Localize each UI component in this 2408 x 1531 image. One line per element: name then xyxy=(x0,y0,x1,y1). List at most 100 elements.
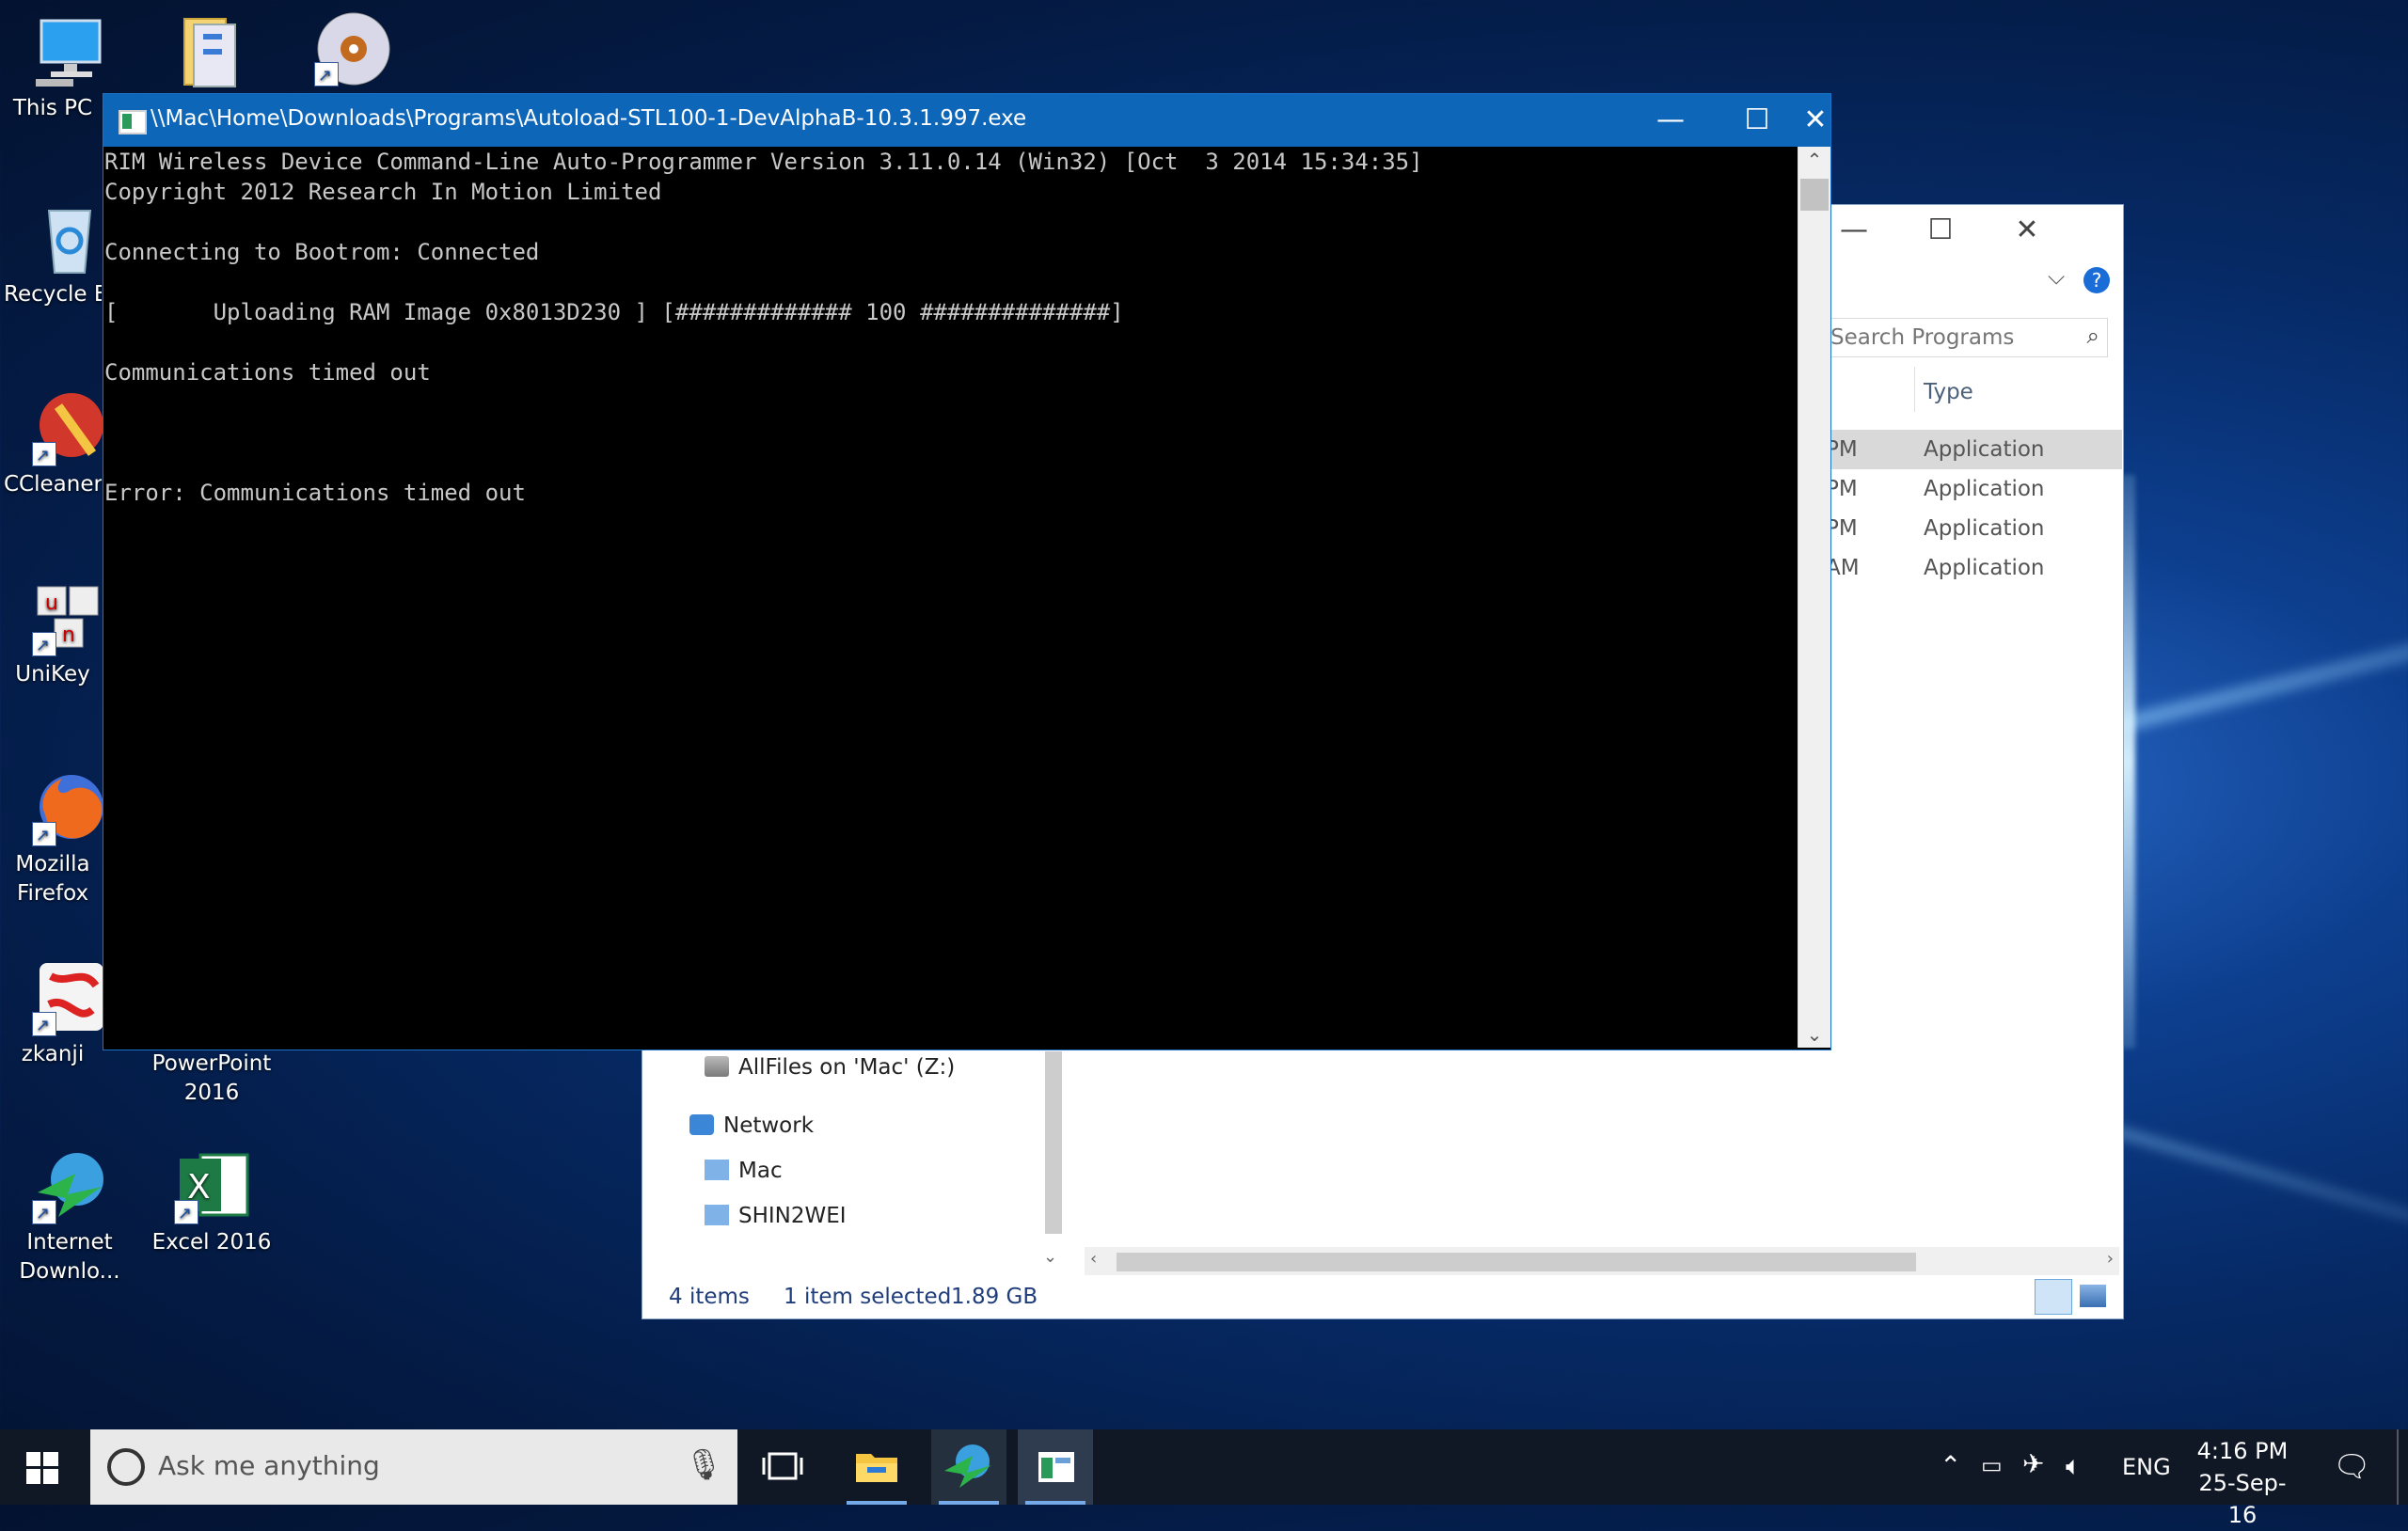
console-line: RIM Wireless Device Command-Line Auto-Pr… xyxy=(104,149,1423,175)
cortana-search-box[interactable]: Ask me anything 🎙 xyxy=(90,1429,737,1505)
microphone-icon[interactable]: 🎙 xyxy=(685,1446,723,1482)
battery-icon[interactable]: ▭ xyxy=(1981,1452,2003,1478)
scroll-right-arrow[interactable]: › xyxy=(2107,1249,2114,1269)
firefox-icon xyxy=(30,767,109,850)
taskbar-internet-download-manager[interactable] xyxy=(931,1429,1006,1505)
scrollbar-thumb[interactable] xyxy=(1117,1253,1916,1271)
computer-icon xyxy=(705,1205,729,1225)
window-title: \\Mac\Home\Downloads\Programs\Autoload-S… xyxy=(150,106,1027,131)
desktop-icon-excel[interactable]: X Excel 2016 xyxy=(146,1145,277,1257)
column-header-type[interactable]: Type xyxy=(1924,380,1973,404)
search-input[interactable] xyxy=(1829,324,2058,351)
chevron-down-icon[interactable]: ⌵ xyxy=(2048,263,2065,290)
desktop-icon-label: Internet Downlo... xyxy=(19,1230,120,1284)
taskbar-command-prompt[interactable] xyxy=(1018,1429,1093,1505)
task-view-button[interactable] xyxy=(745,1429,820,1505)
close-button[interactable]: ✕ xyxy=(1984,205,2070,256)
row-type: Application xyxy=(1924,556,2045,580)
clock-date: 25-Sep-16 xyxy=(2198,1470,2287,1528)
cortana-circle-icon xyxy=(107,1448,145,1486)
action-center-icon[interactable]: 🗨︎ xyxy=(2333,1448,2371,1484)
maximize-button[interactable]: ☐ xyxy=(1714,94,1800,147)
help-icon[interactable]: ? xyxy=(2083,267,2110,293)
desktop-icon-internet-download-manager[interactable]: Internet Downlo... xyxy=(4,1145,135,1286)
folder-icon xyxy=(856,1454,897,1482)
clock-time: 4:16 PM xyxy=(2196,1438,2289,1464)
console-line: Connecting to Bootrom: Connected xyxy=(104,239,540,265)
table-row[interactable]: PM Application xyxy=(1826,509,2122,548)
shortcut-arrow-icon xyxy=(32,631,56,660)
minimize-button[interactable]: — xyxy=(1627,94,1714,147)
nav-item-allfiles-drive[interactable]: AllFiles on 'Mac' (Z:) xyxy=(705,1055,955,1080)
desktop-icon-label: Mozilla Firefox xyxy=(15,852,90,906)
taskbar-file-explorer[interactable] xyxy=(839,1429,914,1505)
computer-icon xyxy=(705,1160,729,1180)
volume-icon[interactable]: 🔈︎ xyxy=(2066,1450,2082,1482)
details-view-icon[interactable] xyxy=(2035,1279,2072,1315)
large-icons-view-icon[interactable] xyxy=(2080,1285,2106,1307)
svg-text:n: n xyxy=(62,623,75,647)
show-hidden-icons-chevron[interactable]: ⌃ xyxy=(1940,1450,1961,1481)
desktop-icon-media[interactable] xyxy=(286,8,418,90)
clock[interactable]: 4:16 PM 25-Sep-16 xyxy=(2186,1435,2299,1531)
console-line: ​ xyxy=(104,267,1796,297)
maximize-button[interactable]: ☐ xyxy=(1897,205,1984,256)
desktop-icon-label: Excel 2016 xyxy=(151,1230,272,1255)
table-row[interactable]: PM Application xyxy=(1826,469,2122,509)
windows-logo-icon xyxy=(26,1452,58,1484)
console-line: ​ xyxy=(104,207,1796,237)
scrollbar-thumb[interactable] xyxy=(1800,179,1829,211)
svg-text:u: u xyxy=(45,592,58,615)
desktop-icon-folder[interactable] xyxy=(145,11,277,94)
desktop-icon-label: UniKey xyxy=(15,662,90,687)
active-indicator xyxy=(847,1501,907,1505)
console-line: ​ xyxy=(104,327,1796,357)
scroll-up-arrow[interactable]: ⌃ xyxy=(1798,149,1830,171)
console-line: ​ xyxy=(104,387,1796,418)
close-button[interactable]: ✕ xyxy=(1800,94,1830,147)
desktop-icon-label: PowerPoint 2016 xyxy=(151,1051,272,1105)
title-bar[interactable]: \\Mac\Home\Downloads\Programs\Autoload-S… xyxy=(103,94,1830,147)
search-box[interactable]: ⌕ xyxy=(1828,318,2108,357)
vertical-scrollbar[interactable]: ⌃ ⌄ xyxy=(1798,147,1830,1048)
shortcut-arrow-icon xyxy=(32,1199,56,1228)
row-type: Application xyxy=(1924,516,2045,541)
desktop-icon-label: This PC xyxy=(12,96,93,120)
horizontal-scrollbar[interactable]: ‹ › xyxy=(1085,1247,2119,1275)
show-desktop-button[interactable] xyxy=(2397,1429,2399,1505)
folder-icon xyxy=(171,11,250,90)
task-view-icon xyxy=(762,1452,803,1480)
command-prompt-window[interactable]: \\Mac\Home\Downloads\Programs\Autoload-S… xyxy=(103,93,1831,1050)
nav-scrollbar-thumb[interactable] xyxy=(1045,1051,1062,1234)
scroll-down-arrow[interactable]: ⌄ xyxy=(1043,1247,1057,1267)
console-line: Error: Communications timed out xyxy=(104,480,526,506)
console-app-icon xyxy=(1038,1452,1074,1482)
airplane-mode-icon[interactable]: ✈ xyxy=(2022,1448,2044,1479)
scroll-down-arrow[interactable]: ⌄ xyxy=(1798,1023,1830,1046)
disc-icon xyxy=(312,8,391,90)
start-button[interactable] xyxy=(26,1452,58,1488)
row-type: Application xyxy=(1924,437,2045,462)
zkanji-icon xyxy=(30,957,109,1040)
language-indicator[interactable]: ENG xyxy=(2122,1454,2171,1480)
shortcut-arrow-icon xyxy=(314,61,339,90)
unikey-icon: un xyxy=(30,577,109,660)
status-item-count: 4 items xyxy=(669,1285,750,1309)
table-row[interactable]: PM Application xyxy=(1826,430,2122,469)
nav-item-network[interactable]: Network xyxy=(689,1113,814,1138)
table-row[interactable]: AM Application xyxy=(1826,548,2122,588)
scroll-left-arrow[interactable]: ‹ xyxy=(1090,1249,1097,1269)
shortcut-arrow-icon xyxy=(174,1199,198,1228)
search-placeholder: Ask me anything xyxy=(158,1450,380,1481)
network-icon xyxy=(689,1114,714,1135)
idm-icon xyxy=(944,1444,991,1488)
console-output[interactable]: RIM Wireless Device Command-Line Auto-Pr… xyxy=(104,147,1796,1048)
column-divider[interactable] xyxy=(1914,367,1915,412)
desktop-icon-powerpoint[interactable]: PowerPoint 2016 xyxy=(146,1050,277,1108)
search-icon[interactable]: ⌕ xyxy=(2087,323,2099,349)
nav-item-shin2wei[interactable]: SHIN2WEI xyxy=(705,1204,847,1228)
desktop-icon-label: Recycle Bin xyxy=(4,282,102,307)
nav-item-mac[interactable]: Mac xyxy=(705,1159,783,1183)
taskbar: Ask me anything 🎙 ⌃ ▭ ✈ 🔈︎ ENG 4:16 PM 2… xyxy=(0,1429,2408,1528)
shortcut-arrow-icon xyxy=(32,1011,56,1040)
